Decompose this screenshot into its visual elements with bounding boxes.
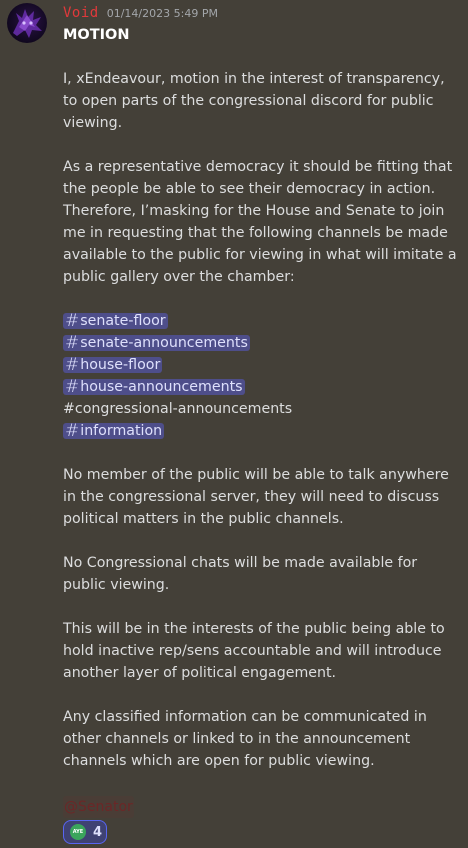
message-paragraph: No Congressional chats will be made avai… <box>63 555 418 593</box>
message-paragraph: This will be in the interests of the pub… <box>63 621 445 681</box>
channel-name: house-floor <box>80 357 161 373</box>
channel-list-item: #house-floor <box>63 354 458 376</box>
channel-hash-icon: # <box>65 311 80 331</box>
channel-mention-information[interactable]: #information <box>63 421 165 441</box>
channel-list-item: #senate-announcements <box>63 332 458 354</box>
channel-name: information <box>80 423 163 439</box>
message-paragraph: No member of the public will be able to … <box>63 467 449 527</box>
channel-text-congressional-announcements: #congressional-announcements <box>63 401 292 417</box>
message-paragraph: Any classified information can be commun… <box>63 709 427 769</box>
reaction-count: 4 <box>93 824 103 840</box>
message-content: MOTION I, xEndeavour, motion in the inte… <box>63 24 458 818</box>
channel-list: #senate-floor #senate-announcements #hou… <box>63 310 458 442</box>
channel-hash-text: # <box>63 401 75 417</box>
role-mention-senator[interactable]: @Senator <box>63 796 134 818</box>
author-name[interactable]: Void <box>63 5 99 21</box>
channel-name: congressional-announcements <box>74 401 293 417</box>
channel-hash-icon: # <box>65 421 80 441</box>
user-avatar[interactable] <box>7 3 47 43</box>
channel-name: house-announcements <box>80 379 243 395</box>
channel-mention-senate-floor[interactable]: #senate-floor <box>63 311 168 331</box>
message-title: MOTION <box>63 27 130 43</box>
chat-message: Void 01/14/2023 5:49 PM MOTION I, xEndea… <box>0 0 468 848</box>
channel-list-item: #congressional-announcements <box>63 398 458 420</box>
channel-mention-house-floor[interactable]: #house-floor <box>63 355 163 375</box>
channel-mention-senate-announcements[interactable]: #senate-announcements <box>63 333 250 353</box>
channel-list-item: #information <box>63 420 458 442</box>
channel-hash-icon: # <box>65 333 80 353</box>
channel-name: senate-floor <box>80 313 166 329</box>
purple-creature-icon <box>13 9 42 38</box>
message-timestamp: 01/14/2023 5:49 PM <box>106 7 218 20</box>
message-header: Void 01/14/2023 5:49 PM <box>63 5 218 23</box>
aye-vote-icon: AYE <box>70 824 86 840</box>
message-paragraph: I, xEndeavour, motion in the interest of… <box>63 71 445 131</box>
channel-hash-icon: # <box>65 377 80 397</box>
channel-mention-house-announcements[interactable]: #house-announcements <box>63 377 245 397</box>
channel-list-item: #house-announcements <box>63 376 458 398</box>
reaction-button[interactable]: AYE 4 <box>63 820 107 844</box>
channel-name: senate-announcements <box>80 335 248 351</box>
message-paragraph: As a representative democracy it should … <box>63 159 457 285</box>
channel-hash-icon: # <box>65 355 80 375</box>
channel-list-item: #senate-floor <box>63 310 458 332</box>
